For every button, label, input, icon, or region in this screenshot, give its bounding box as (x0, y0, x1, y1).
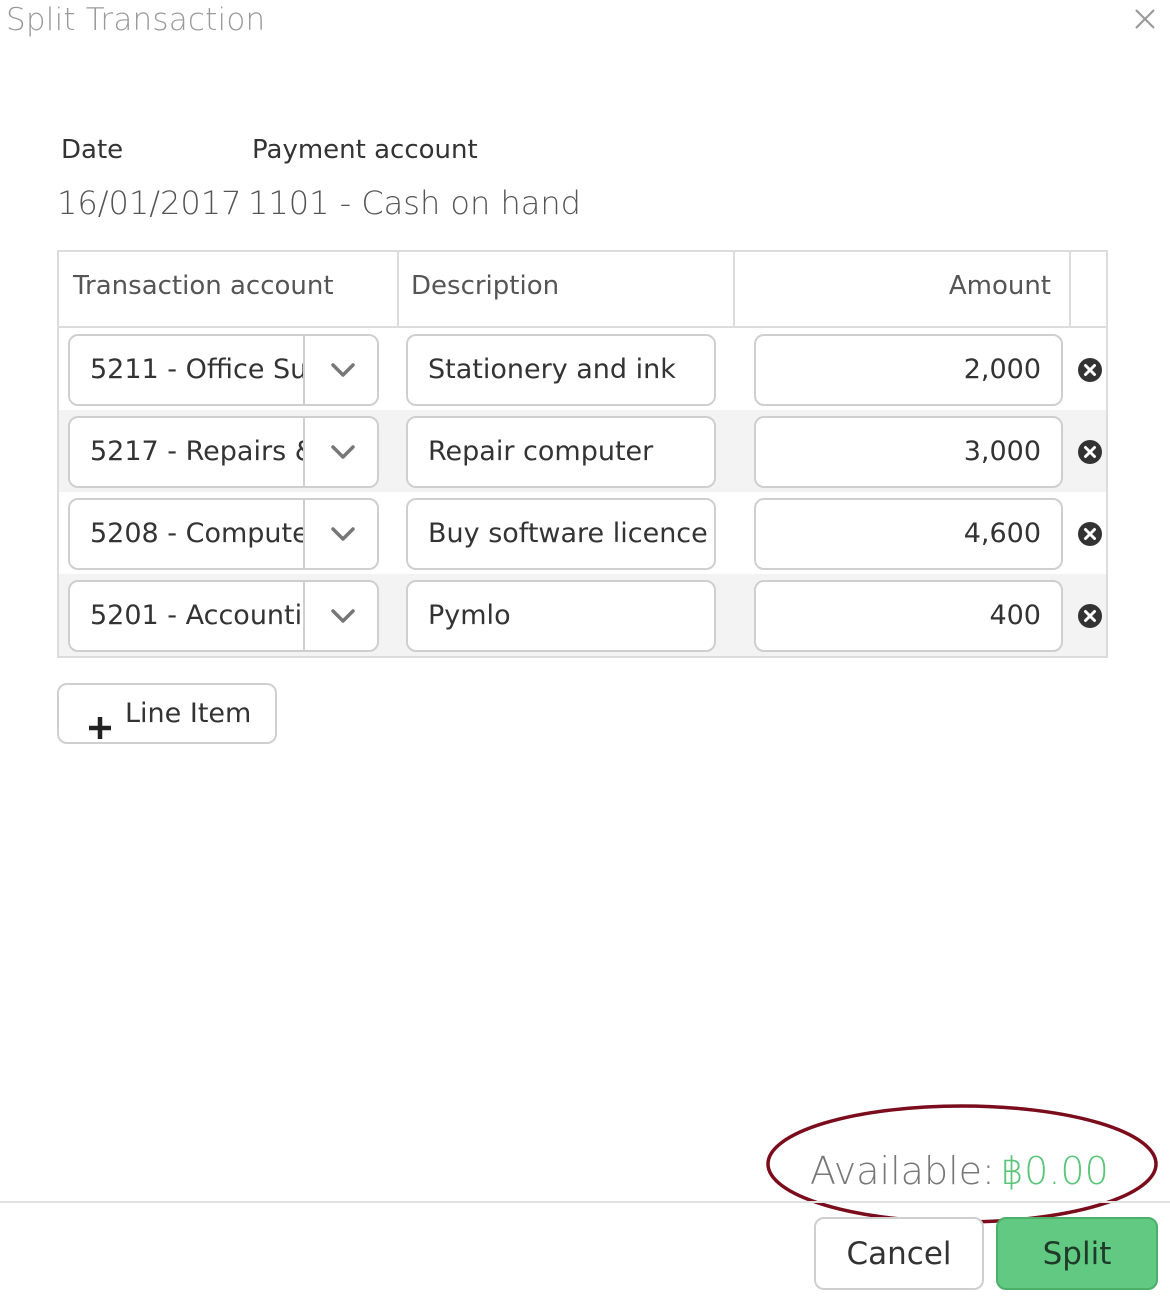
column-header-description: Description (399, 252, 735, 326)
amount-input[interactable]: 400 (754, 580, 1063, 652)
select-value: 5208 - Computer Expenses (90, 518, 305, 549)
chevron-down-icon[interactable] (303, 336, 377, 404)
split-lines-table: Transaction account Description Amount 5… (57, 250, 1108, 658)
transaction-account-select[interactable]: 5211 - Office Supplies (68, 334, 379, 406)
date-label: Date (61, 135, 124, 165)
remove-circle-icon[interactable] (1077, 439, 1103, 465)
table-row: 5217 - Repairs & Maintenance Repair comp… (59, 410, 1106, 492)
column-header-transaction-account: Transaction account (59, 252, 399, 326)
description-input[interactable]: Repair computer (406, 416, 716, 488)
select-value: 5201 - Accounting Fees (90, 600, 305, 631)
table-header: Transaction account Description Amount (59, 252, 1106, 328)
transaction-account-select[interactable]: 5217 - Repairs & Maintenance (68, 416, 379, 488)
footer-divider (0, 1201, 1170, 1203)
split-button[interactable]: Split (996, 1217, 1158, 1290)
remove-circle-icon[interactable] (1077, 357, 1103, 383)
select-value: 5217 - Repairs & Maintenance (90, 436, 305, 467)
add-line-item-label: Line Item (125, 698, 252, 729)
remove-circle-icon[interactable] (1077, 521, 1103, 547)
split-transaction-dialog: Split Transaction Date Payment account 1… (0, 0, 1170, 1304)
chevron-down-icon[interactable] (303, 418, 377, 486)
date-value: 16/01/2017 (57, 184, 242, 222)
amount-input[interactable]: 4,600 (754, 498, 1063, 570)
add-line-item-button[interactable]: Line Item (57, 683, 277, 744)
cancel-button[interactable]: Cancel (814, 1217, 984, 1290)
column-header-amount: Amount (735, 252, 1071, 326)
highlight-ellipse-annotation (766, 1104, 1158, 1224)
description-input[interactable]: Buy software licence (406, 498, 716, 570)
payment-account-value: 1101 - Cash on hand (248, 184, 581, 222)
select-value: 5211 - Office Supplies (90, 354, 305, 385)
payment-account-label: Payment account (252, 135, 478, 165)
transaction-account-select[interactable]: 5201 - Accounting Fees (68, 580, 379, 652)
transaction-account-select[interactable]: 5208 - Computer Expenses (68, 498, 379, 570)
chevron-down-icon[interactable] (303, 582, 377, 650)
plus-icon (88, 702, 112, 740)
remove-circle-icon[interactable] (1077, 603, 1103, 629)
table-row: 5211 - Office Supplies Stationery and in… (59, 328, 1106, 410)
description-input[interactable]: Stationery and ink (406, 334, 716, 406)
amount-input[interactable]: 3,000 (754, 416, 1063, 488)
close-icon[interactable] (1130, 4, 1160, 34)
chevron-down-icon[interactable] (303, 500, 377, 568)
table-row: 5201 - Accounting Fees Pymlo 400 (59, 574, 1106, 656)
description-input[interactable]: Pymlo (406, 580, 716, 652)
amount-input[interactable]: 2,000 (754, 334, 1063, 406)
dialog-title: Split Transaction (6, 2, 266, 38)
table-row: 5208 - Computer Expenses Buy software li… (59, 492, 1106, 574)
